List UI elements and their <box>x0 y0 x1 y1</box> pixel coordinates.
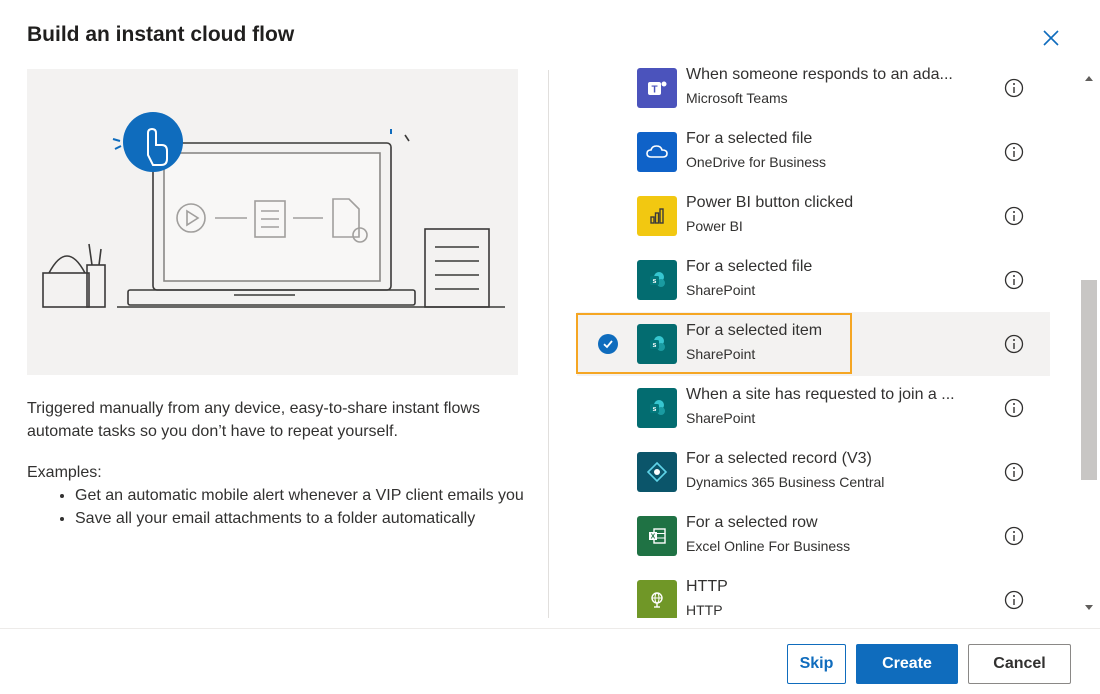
info-icon[interactable] <box>1004 398 1024 418</box>
cancel-button[interactable]: Cancel <box>968 644 1071 684</box>
dynamics-icon <box>637 452 677 492</box>
create-button[interactable]: Create <box>856 644 958 684</box>
dialog-title: Build an instant cloud flow <box>27 23 295 46</box>
trigger-title: For a selected record (V3) <box>686 450 872 467</box>
trigger-connector: OneDrive for Business <box>686 154 827 170</box>
svg-text:T: T <box>651 85 657 96</box>
trigger-title: When someone responds to an ada... <box>686 66 953 83</box>
trigger-title: For a selected row <box>686 514 818 531</box>
close-button[interactable] <box>1038 25 1064 51</box>
scroll-down-icon[interactable] <box>1080 600 1098 614</box>
trigger-item-excel[interactable]: X For a selected row Excel Online For Bu… <box>577 504 1050 568</box>
trigger-item-onedrive[interactable]: For a selected file OneDrive for Busines… <box>577 120 1050 184</box>
flow-description: Triggered manually from any device, easy… <box>27 400 480 440</box>
sharepoint-icon: s <box>637 324 677 364</box>
trigger-title: When a site has requested to join a ... <box>686 386 955 403</box>
trigger-title: For a selected file <box>686 130 813 147</box>
example-item: Save all your email attachments to a fol… <box>75 507 535 530</box>
scrollbar-thumb[interactable] <box>1081 280 1097 480</box>
excel-icon: X <box>637 516 677 556</box>
trigger-connector: SharePoint <box>686 410 756 426</box>
onedrive-icon <box>637 132 677 172</box>
trigger-item-http[interactable]: HTTP HTTP <box>577 568 1050 618</box>
close-icon <box>1043 30 1059 46</box>
info-icon[interactable] <box>1004 526 1024 546</box>
powerbi-icon <box>637 196 677 236</box>
trigger-item-sharepoint-file[interactable]: s For a selected file SharePoint <box>577 248 1050 312</box>
scroll-up-icon[interactable] <box>1080 72 1098 86</box>
trigger-title: Power BI button clicked <box>686 194 854 211</box>
info-icon[interactable] <box>1004 462 1024 482</box>
trigger-item-sharepoint-item[interactable]: s For a selected item SharePoint <box>577 312 1050 376</box>
trigger-list: T When someone responds to an ada... Mic… <box>577 56 1050 618</box>
info-icon[interactable] <box>1004 206 1024 226</box>
skip-button[interactable]: Skip <box>787 644 846 684</box>
trigger-item-teams[interactable]: T When someone responds to an ada... Mic… <box>577 56 1050 120</box>
checkmark-icon <box>598 334 618 354</box>
teams-icon: T <box>637 68 677 108</box>
illustration <box>27 69 518 375</box>
examples-list: Get an automatic mobile alert whenever a… <box>55 484 535 530</box>
svg-text:s: s <box>653 406 657 413</box>
info-icon[interactable] <box>1004 78 1024 98</box>
divider <box>548 70 549 618</box>
svg-text:s: s <box>653 342 657 349</box>
example-item: Get an automatic mobile alert whenever a… <box>75 484 535 507</box>
examples-label: Examples: <box>27 464 102 481</box>
trigger-connector: Dynamics 365 Business Central <box>686 474 885 490</box>
trigger-connector: Microsoft Teams <box>686 90 788 106</box>
sharepoint-icon: s <box>637 260 677 300</box>
trigger-title: HTTP <box>686 578 728 595</box>
http-icon <box>637 580 677 618</box>
info-icon[interactable] <box>1004 334 1024 354</box>
info-icon[interactable] <box>1004 590 1024 610</box>
trigger-connector: HTTP <box>686 602 723 618</box>
trigger-item-sharepoint-site[interactable]: s When a site has requested to join a ..… <box>577 376 1050 440</box>
svg-text:X: X <box>651 534 656 541</box>
trigger-title: For a selected file <box>686 258 813 275</box>
sharepoint-icon: s <box>637 388 677 428</box>
info-icon[interactable] <box>1004 270 1024 290</box>
footer-divider <box>0 628 1100 629</box>
trigger-item-powerbi[interactable]: Power BI button clicked Power BI <box>577 184 1050 248</box>
trigger-title: For a selected item <box>686 322 823 339</box>
svg-text:s: s <box>653 278 657 285</box>
trigger-connector: SharePoint <box>686 346 756 362</box>
trigger-item-dynamics[interactable]: For a selected record (V3) Dynamics 365 … <box>577 440 1050 504</box>
trigger-connector: Excel Online For Business <box>686 538 851 554</box>
info-icon[interactable] <box>1004 142 1024 162</box>
trigger-connector: Power BI <box>686 218 743 234</box>
trigger-connector: SharePoint <box>686 282 756 298</box>
